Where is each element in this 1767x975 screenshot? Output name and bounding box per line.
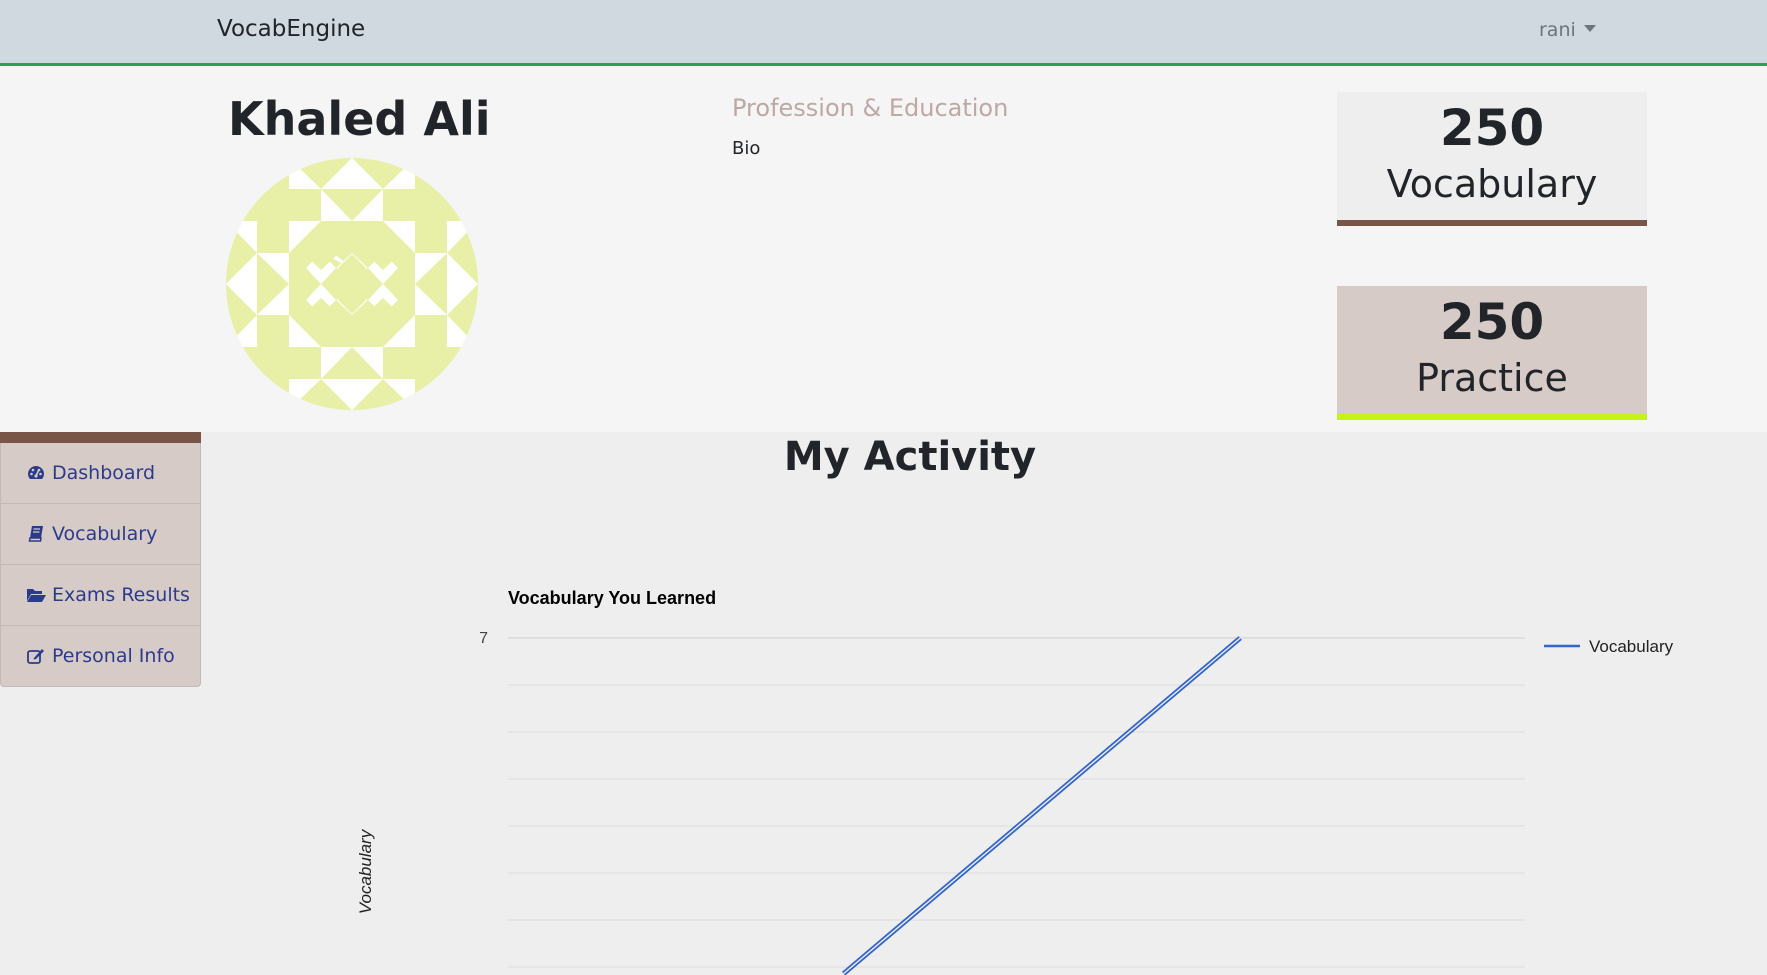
profile-name: Khaled Ali [228,92,491,146]
sidebar-item-vocabulary[interactable]: Vocabulary [0,504,201,565]
brand-link[interactable]: VocabEngine [217,16,365,42]
avatar [226,158,478,410]
chart-title: Vocabulary You Learned [508,588,716,608]
sidebar-item-label: Exams Results [52,584,190,606]
profile-header: Khaled Ali Profession & Education Bio 25… [0,66,1767,432]
practice-count: 250 [1439,293,1545,351]
sidebar-item-label: Personal Info [52,645,175,667]
bio-text: Bio [732,138,761,159]
vocabulary-line-chart: Vocabulary You Learned 7 Vocabulary Vocabul… [356,588,1674,975]
practice-stat-card: 250 Practice [1337,286,1647,420]
vocabulary-stat-card: 250 Vocabulary [1337,92,1647,226]
user-dropdown[interactable]: rani [1539,19,1596,41]
sidebar-item-personal-info[interactable]: Personal Info [0,626,201,687]
legend-label-vocabulary: Vocabulary [1589,637,1674,656]
vocabulary-stat-label: Vocabulary [1386,162,1598,206]
vocabulary-count: 250 [1439,99,1545,157]
user-name: rani [1539,19,1576,41]
activity-title: My Activity [783,434,1037,480]
edit-icon [27,649,44,664]
sidebar-item-label: Vocabulary [52,523,158,545]
top-navbar: VocabEngine rani [0,0,1767,66]
folder-open-icon [27,589,46,602]
caret-down-icon [1583,25,1596,32]
book-icon [28,526,43,542]
series-line-highlight [843,637,1241,975]
profession-title: Profession & Education [732,94,1009,122]
practice-stat-label: Practice [1416,356,1568,400]
y-axis-label: Vocabulary [356,828,375,914]
sidebar-item-exams-results[interactable]: Exams Results [0,565,201,626]
y-tick-label: 7 [479,630,488,647]
